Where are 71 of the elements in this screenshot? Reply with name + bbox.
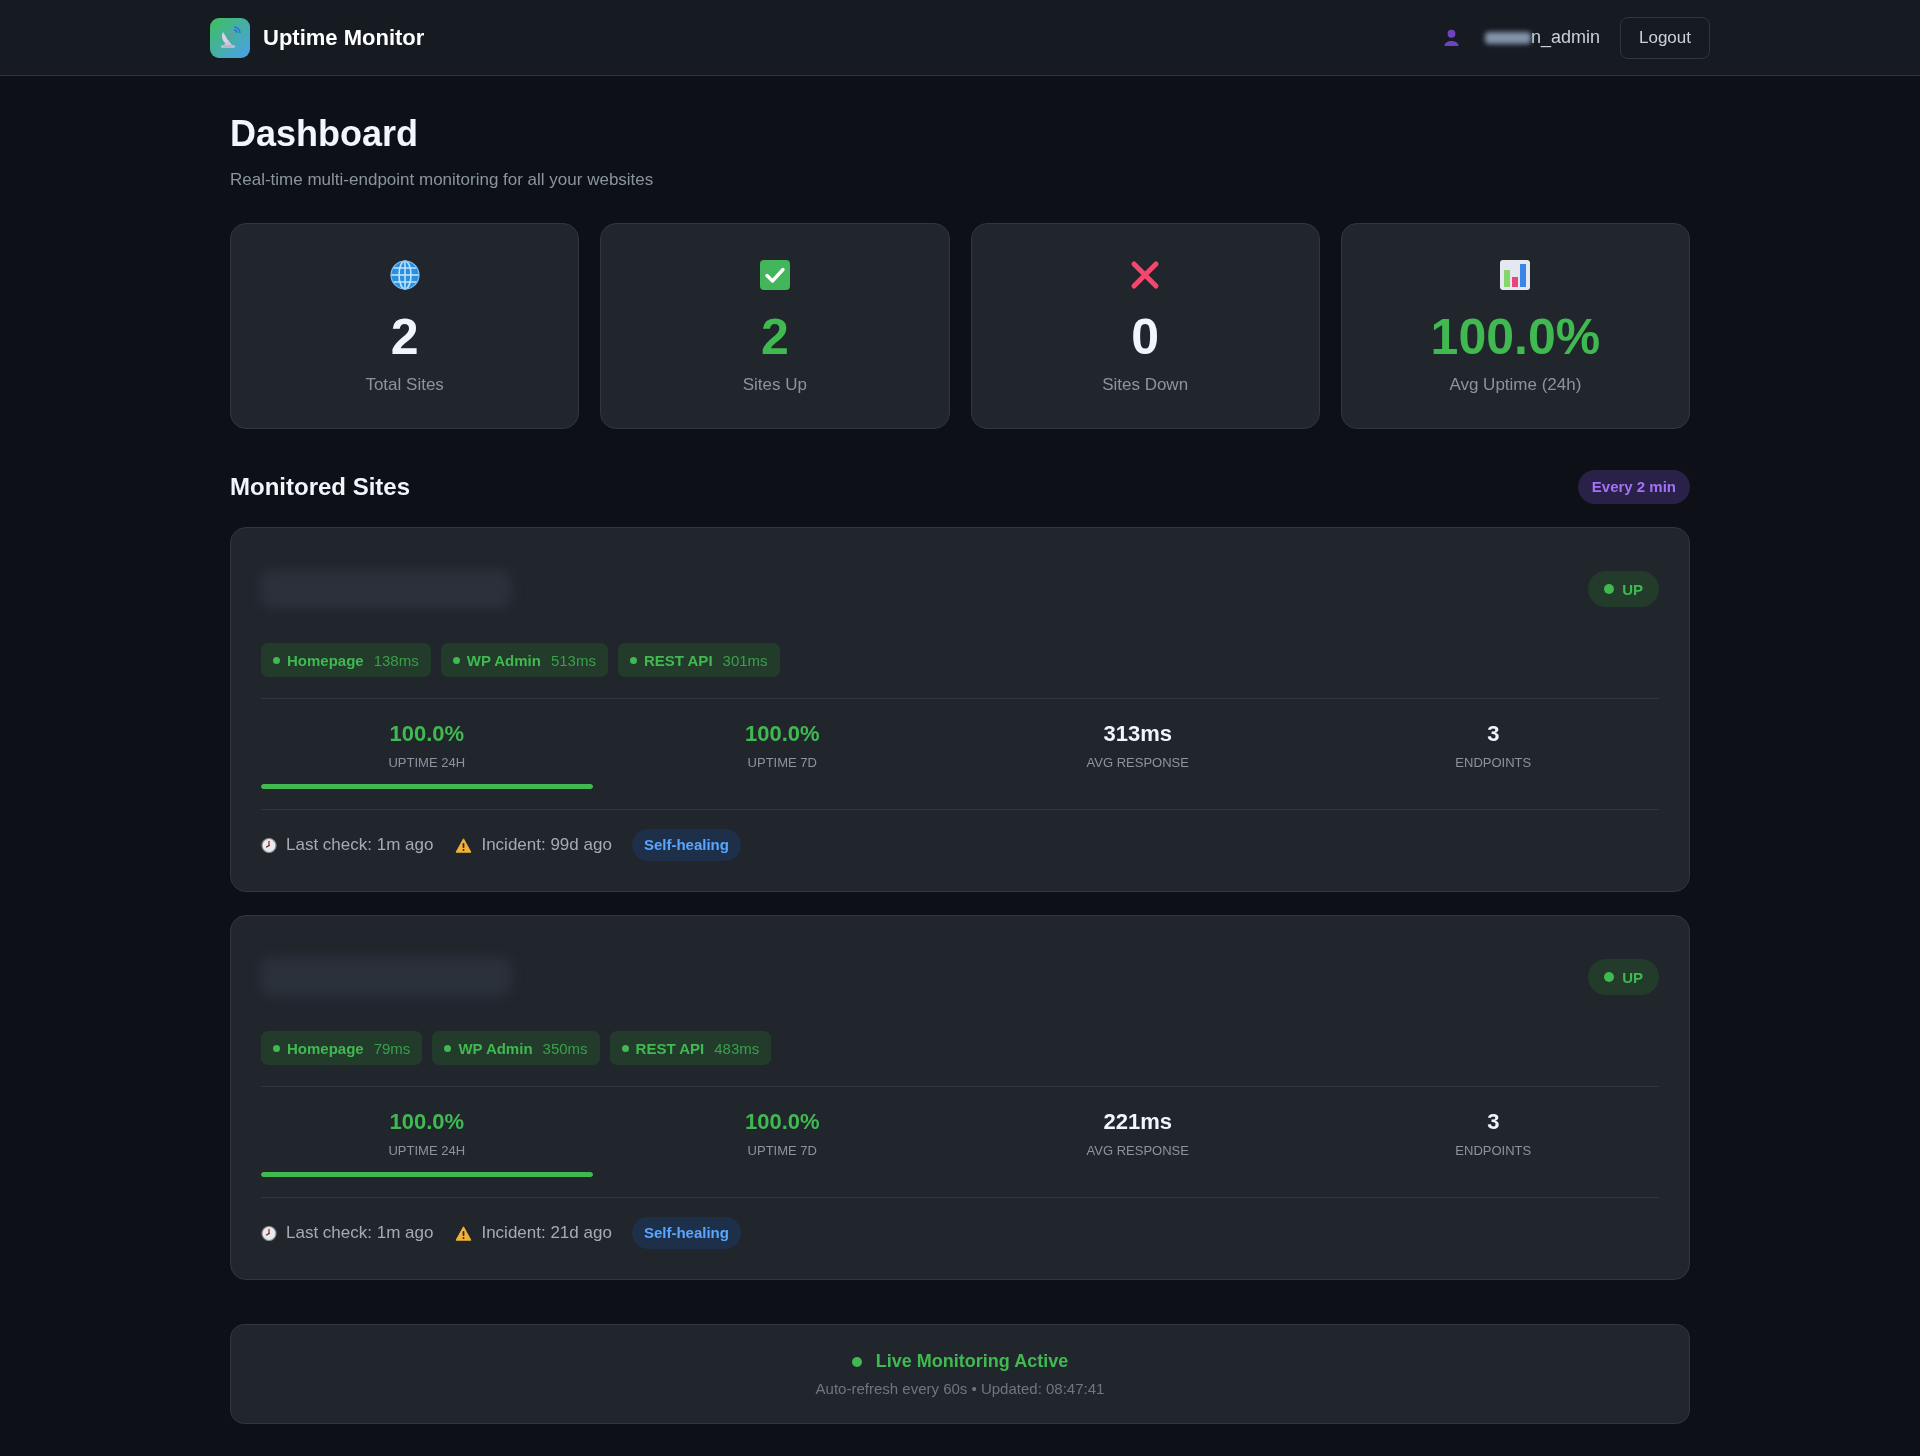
status-dot-icon [1604,972,1615,982]
stat-label: Sites Up [742,374,807,396]
status-label: UP [1622,580,1643,598]
username: n_admin [1530,27,1600,48]
metric-value: 3 [1487,1108,1500,1136]
endpoint-name: WP Admin [458,1039,533,1057]
endpoint-name: WP Admin [466,651,541,669]
interval-badge: Every 2 min [1577,470,1690,504]
endpoint-name: Homepage [287,651,364,669]
stat-value: 2 [760,308,789,366]
metric-label: UPTIME 7D [747,1142,817,1160]
last-check-text: Last check: 1m ago [286,835,434,855]
warning-icon [455,837,473,853]
logout-button[interactable]: Logout [1620,16,1710,59]
stat-label: Avg Uptime (24h) [1449,374,1582,396]
bar-chart-icon [1500,260,1531,290]
metric-value: 100.0% [389,1108,465,1136]
cross-icon [1130,260,1161,290]
user-icon [1443,29,1459,46]
status-dot-icon [1604,584,1615,594]
globe-icon [389,260,420,290]
endpoint-name: REST API [635,1039,705,1057]
metric-label: AVG RESPONSE [1086,754,1189,772]
incident-text: Incident: 99d ago [481,835,612,855]
metric-value: 3 [1487,720,1500,748]
metric-value: 313ms [1103,720,1172,748]
app-title: Uptime Monitor [263,24,425,51]
feature-tag: Self-healing [631,1217,741,1249]
endpoint-response: 483ms [714,1039,760,1057]
incident-text: Incident: 21d ago [481,1223,612,1243]
metric-value: 100.0% [389,720,465,748]
metric-label: UPTIME 24H [388,754,466,772]
live-status-title: Live Monitoring Active [875,1351,1069,1372]
live-status-detail: Auto-refresh every 60s • Updated: 08:47:41 [815,1380,1105,1397]
status-dot-icon [629,656,637,664]
stat-value: 2 [390,308,419,366]
check-icon [759,260,790,290]
stopwatch-icon [261,1225,277,1241]
status-dot-icon [273,656,280,664]
metric-label: ENDPOINTS [1455,754,1532,772]
section-title: Monitored Sites [230,473,410,501]
feature-tag: Self-healing [631,829,741,861]
endpoint-name: REST API [643,651,713,669]
status-dot-icon [273,1044,280,1052]
endpoint-response: 301ms [722,651,768,669]
status-label: UP [1622,968,1643,986]
metric-label: ENDPOINTS [1455,1142,1532,1160]
metric-value: 221ms [1103,1108,1172,1136]
stopwatch-icon [261,837,277,853]
stat-label: Total Sites [365,374,444,396]
page-title: Dashboard [230,112,420,156]
metric-label: AVG RESPONSE [1086,1142,1189,1160]
endpoint-response: 513ms [550,651,596,669]
page-subtitle: Real-time multi-endpoint monitoring for all your websites [230,169,655,191]
status-dot-icon [452,656,460,664]
metric-value: 100.0% [744,720,820,748]
endpoint-response: 138ms [373,651,419,669]
metric-label: UPTIME 7D [747,754,817,772]
last-check-text: Last check: 1m ago [286,1223,434,1243]
stat-value: 100.0% [1430,308,1601,366]
metric-label: UPTIME 24H [388,1142,466,1160]
metric-value: 100.0% [744,1108,820,1136]
endpoint-name: Homepage [287,1039,364,1057]
status-dot-icon [621,1044,629,1052]
status-dot-icon [444,1044,452,1052]
endpoint-response: 79ms [373,1039,411,1057]
stat-value: 0 [1131,308,1160,366]
stat-label: Sites Down [1102,374,1189,396]
warning-icon [455,1225,473,1241]
app-logo-icon [210,17,250,58]
endpoint-response: 350ms [542,1039,588,1057]
